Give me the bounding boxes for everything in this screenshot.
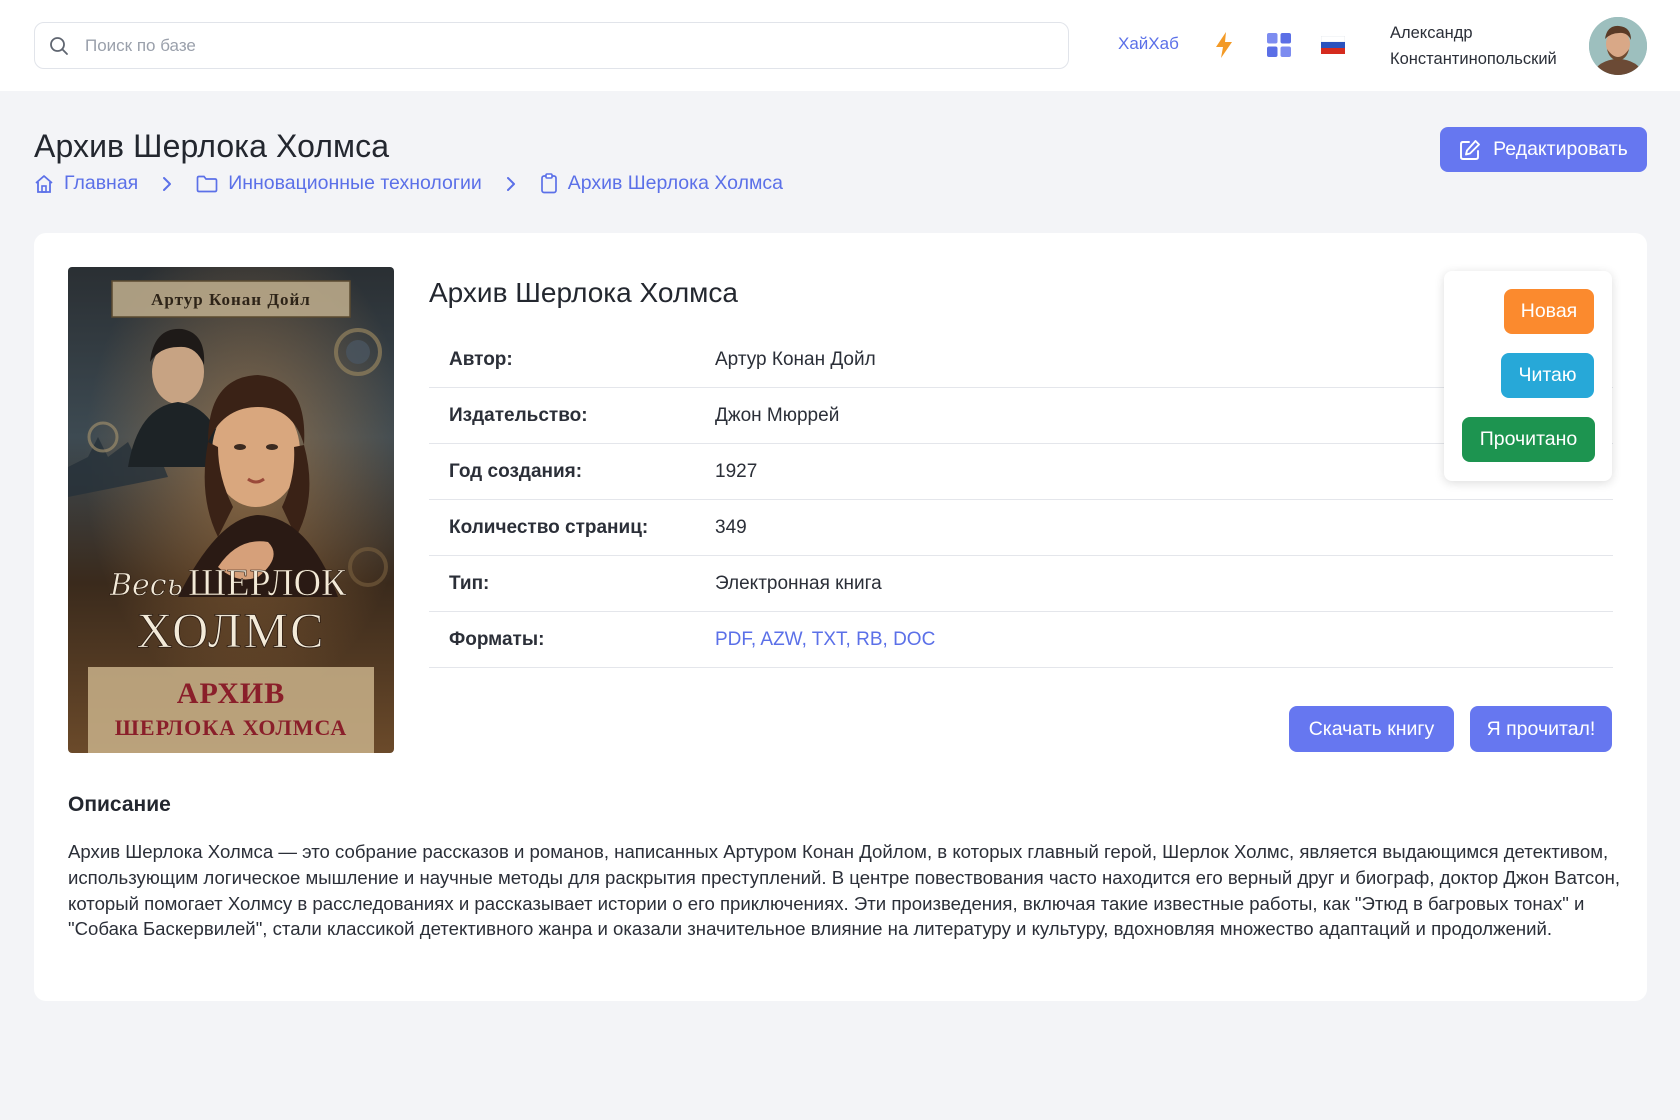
page-title: Архив Шерлока Холмса xyxy=(34,128,390,164)
property-value: 1927 xyxy=(715,460,758,482)
search-box[interactable] xyxy=(34,22,1069,69)
book-properties-table: Автор: Артур Конан Дойл Издательство: Дж… xyxy=(429,332,1613,668)
search-input[interactable] xyxy=(85,35,1035,56)
property-label: Издательство: xyxy=(449,404,588,426)
user-last-name: Константинопольский xyxy=(1390,50,1557,68)
book-title: Архив Шерлока Холмса xyxy=(429,277,738,308)
clipboard-icon xyxy=(540,173,557,194)
reading-status-panel: Новая Читаю Прочитано xyxy=(1444,271,1612,481)
avatar[interactable] xyxy=(1589,17,1647,75)
property-label: Тип: xyxy=(449,572,490,594)
edit-button[interactable]: Редактировать xyxy=(1440,127,1647,172)
property-row-publisher: Издательство: Джон Мюррей xyxy=(429,388,1613,444)
property-label: Год создания: xyxy=(449,460,583,482)
mark-read-button[interactable]: Я прочитал! xyxy=(1470,706,1612,752)
property-value: Джон Мюррей xyxy=(715,404,840,426)
chevron-right-icon xyxy=(506,176,516,192)
home-icon xyxy=(35,174,53,193)
user-name[interactable]: Александр Константинопольский xyxy=(1390,20,1557,72)
breadcrumb-category-label: Инновационные технологии xyxy=(228,172,482,194)
edit-button-label: Редактировать xyxy=(1493,138,1628,160)
breadcrumb: Главная Инновационные технологии Архив Ш… xyxy=(34,172,783,195)
status-done-button[interactable]: Прочитано xyxy=(1462,417,1595,462)
russian-flag-icon[interactable] xyxy=(1318,30,1348,60)
property-row-pages: Количество страниц: 349 xyxy=(429,500,1613,556)
property-value: 349 xyxy=(715,516,747,538)
breadcrumb-current[interactable]: Архив Шерлока Холмса xyxy=(540,172,783,195)
status-reading-button[interactable]: Читаю xyxy=(1501,353,1594,398)
top-bar: ХайХаб Александр Константинопольский xyxy=(0,0,1680,91)
formats-link[interactable]: PDF, AZW, TXT, RB, DOC xyxy=(715,629,935,651)
chevron-right-icon xyxy=(162,176,172,192)
property-row-formats: Форматы: PDF, AZW, TXT, RB, DOC xyxy=(429,612,1613,668)
apps-grid-icon[interactable] xyxy=(1264,30,1294,60)
cover-book-title-line2: ШЕРЛОКА ХОЛМСА xyxy=(115,715,347,740)
breadcrumb-category[interactable]: Инновационные технологии xyxy=(196,172,482,195)
property-label: Форматы: xyxy=(449,628,545,650)
folder-icon xyxy=(196,175,218,192)
book-card: Артур Конан Дойл Весь ШЕРЛОК ХОЛМС АРХИВ… xyxy=(34,233,1647,1001)
cover-author: Артур Конан Дойл xyxy=(151,290,311,309)
book-cover-image: Артур Конан Дойл Весь ШЕРЛОК ХОЛМС АРХИВ… xyxy=(68,267,394,753)
breadcrumb-home-label: Главная xyxy=(64,172,139,194)
property-row-author: Автор: Артур Конан Дойл xyxy=(429,332,1613,388)
search-icon xyxy=(50,36,68,55)
user-first-name: Александр xyxy=(1390,24,1473,42)
property-row-year: Год создания: 1927 xyxy=(429,444,1613,500)
cover-series-name: ШЕРЛОК xyxy=(188,562,347,604)
cover-series-surname: ХОЛМС xyxy=(137,602,326,658)
property-value: Электронная книга xyxy=(715,572,882,594)
property-label: Автор: xyxy=(449,348,513,370)
bolt-icon[interactable] xyxy=(1209,30,1239,60)
property-value: Артур Конан Дойл xyxy=(715,348,876,370)
download-book-button[interactable]: Скачать книгу xyxy=(1289,706,1454,752)
hub-link[interactable]: ХайХаб xyxy=(1118,34,1179,54)
property-row-type: Тип: Электронная книга xyxy=(429,556,1613,612)
breadcrumb-current-label: Архив Шерлока Холмса xyxy=(567,172,783,194)
breadcrumb-home[interactable]: Главная xyxy=(34,172,138,195)
description-text: Архив Шерлока Холмса — это собрание расс… xyxy=(68,841,1621,940)
cover-series-word: Весь xyxy=(109,568,183,603)
status-new-button[interactable]: Новая xyxy=(1504,289,1594,334)
edit-icon xyxy=(1460,139,1481,160)
property-label: Количество страниц: xyxy=(449,516,649,538)
description-title: Описание xyxy=(68,793,171,816)
cover-book-title-line1: АРХИВ xyxy=(177,677,285,710)
